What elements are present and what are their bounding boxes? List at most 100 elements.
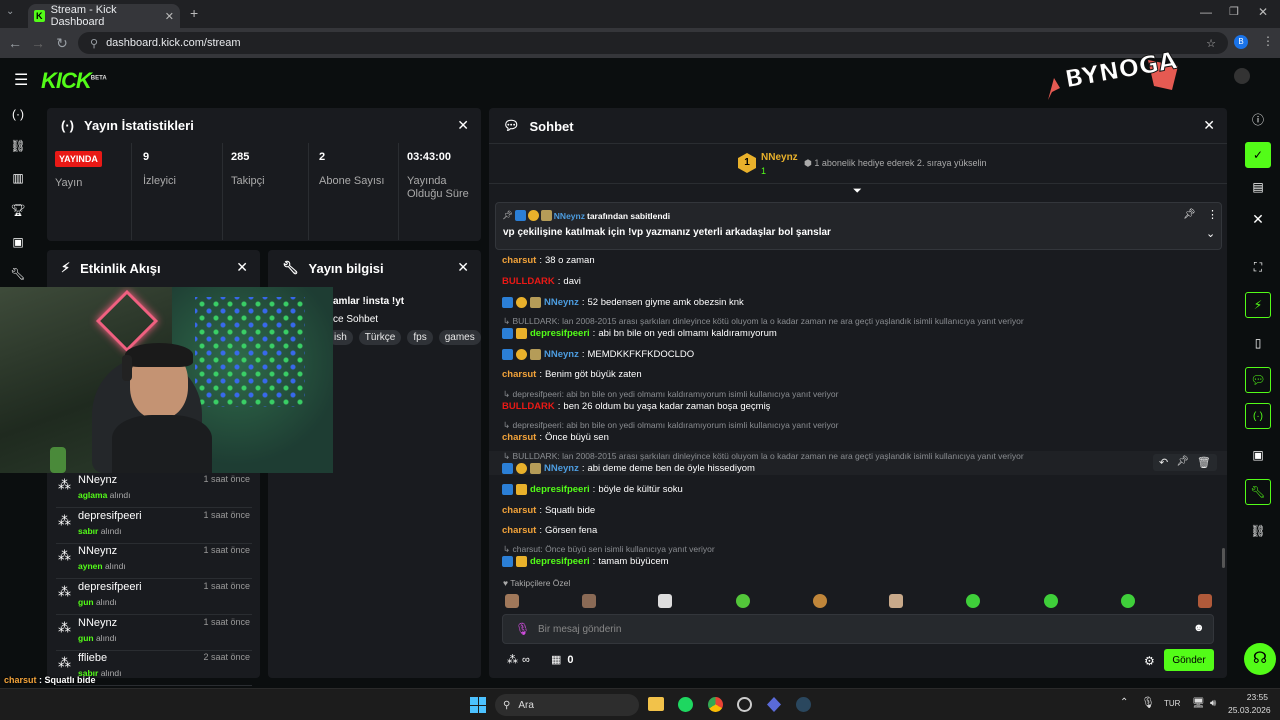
emote-icon[interactable] — [889, 594, 903, 608]
user-avatar[interactable] — [1234, 68, 1250, 84]
pinned-by-user[interactable]: NNeynz — [554, 211, 585, 221]
start-icon[interactable] — [470, 697, 486, 713]
input-language[interactable]: TUR — [1164, 699, 1180, 708]
maximize-icon[interactable]: ❐ — [1229, 5, 1239, 18]
chat-username[interactable]: charsut — [502, 255, 536, 266]
emote-icon[interactable] — [582, 594, 596, 608]
chat-icon[interactable]: 💬︎ — [1245, 367, 1271, 393]
microphone-icon[interactable]: 🎙︎ — [515, 622, 530, 636]
activity-user[interactable]: NNeynz — [78, 545, 117, 557]
stats-close-icon[interactable]: ✕ — [457, 117, 469, 134]
chat-username[interactable]: charsut — [502, 525, 536, 536]
wrench-icon[interactable]: 🔧︎ — [8, 264, 28, 284]
broadcast-icon[interactable]: (·) — [8, 104, 28, 124]
chat-username[interactable]: charsut — [502, 432, 536, 443]
chat-username[interactable]: NNeynz — [544, 297, 579, 308]
window-close-icon[interactable]: ✕ — [1258, 5, 1268, 19]
bolt-icon[interactable]: ⚡︎ — [1245, 292, 1271, 318]
delete-icon[interactable]: 🗑︎ — [1197, 456, 1211, 469]
link-icon[interactable]: ⛓ — [8, 136, 28, 156]
info-icon[interactable]: ⓘ — [1245, 106, 1271, 132]
chat-username[interactable]: charsut — [502, 369, 536, 380]
top-gifter-name[interactable]: NNeynz — [761, 152, 798, 163]
chat-username[interactable]: depresifpeeri — [530, 556, 590, 567]
media-icon[interactable]: ▣ — [1245, 442, 1271, 468]
back-icon[interactable]: ← — [3, 31, 27, 55]
layout-icon[interactable]: ▤ — [1245, 174, 1271, 200]
new-tab-icon[interactable]: + — [190, 5, 198, 21]
media-icon[interactable]: ▣ — [8, 232, 28, 252]
activity-user[interactable]: NNeynz — [78, 474, 117, 486]
browser-menu-icon[interactable]: ⋮ — [1262, 34, 1274, 48]
reply-icon[interactable]: ↶ — [1159, 456, 1168, 469]
emote-icon[interactable] — [736, 594, 750, 608]
bookmark-star-icon[interactable]: ☆ — [1206, 37, 1216, 50]
profile-avatar[interactable]: B — [1234, 35, 1248, 49]
network-icon[interactable]: 🖥︎ — [1192, 698, 1205, 709]
tag[interactable]: Türkçe — [358, 330, 402, 345]
tab-close-icon[interactable]: ✕ — [165, 10, 174, 23]
pinned-menu-icon[interactable]: ⋮ — [1207, 208, 1218, 221]
forward-icon[interactable]: → — [26, 31, 50, 55]
store-points[interactable]: ▦ 0 — [551, 653, 574, 667]
volume-icon[interactable]: 🔊︎ — [1210, 698, 1216, 709]
emote-icon[interactable] — [813, 594, 827, 608]
pin-message-icon[interactable]: 📌︎ — [1176, 456, 1189, 469]
chat-close-icon[interactable]: ✕ — [1203, 117, 1215, 134]
chat-username[interactable]: charsut — [502, 505, 536, 516]
emote-icon[interactable] — [966, 594, 980, 608]
emoji-icon[interactable]: ☻ — [1193, 622, 1205, 634]
steam-icon[interactable] — [796, 697, 811, 712]
site-info-icon[interactable]: ⚲ — [90, 37, 98, 50]
browser-tab[interactable]: K Stream - Kick Dashboard ✕ — [28, 4, 180, 28]
chat-scrollbar[interactable] — [1222, 548, 1225, 568]
hamburger-menu-icon[interactable]: ☰ — [14, 70, 28, 90]
tray-mic-icon[interactable]: 🎙︎ — [1141, 696, 1155, 709]
notes-icon[interactable]: ▯ — [1245, 330, 1271, 356]
activity-close-icon[interactable]: ✕ — [236, 259, 248, 276]
chat-username[interactable]: depresifpeeri — [530, 328, 590, 339]
analytics-icon[interactable]: ▥ — [8, 168, 28, 188]
unpin-icon[interactable]: 📌︎ — [1183, 209, 1196, 220]
close-x-icon[interactable]: ✕ — [1245, 206, 1271, 232]
taskbar-search[interactable]: ⚲ Ara — [495, 694, 639, 716]
file-explorer-icon[interactable] — [648, 697, 664, 711]
app-diamond-icon[interactable] — [767, 697, 781, 712]
kick-logo[interactable]: KICKBETA — [41, 68, 107, 94]
chat-username[interactable]: BULLDARK — [502, 276, 555, 287]
wrench-icon[interactable]: 🔧︎ — [1245, 479, 1271, 505]
emote-icon[interactable] — [1121, 594, 1135, 608]
broadcast-icon[interactable]: (·) — [1245, 403, 1271, 429]
clock[interactable]: 23:55 25.03.2026 — [1228, 692, 1271, 715]
fullscreen-icon[interactable]: ⛶ — [1245, 254, 1271, 280]
trophy-icon[interactable]: 🏆︎ — [8, 200, 28, 220]
spotify-icon[interactable] — [678, 697, 693, 712]
emote-icon[interactable] — [658, 594, 672, 608]
emote-icon[interactable] — [1198, 594, 1212, 608]
obs-icon[interactable] — [737, 697, 752, 712]
activity-user[interactable]: depresifpeeri — [78, 581, 142, 593]
emote-icon[interactable] — [505, 594, 519, 608]
send-button[interactable]: Gönder — [1164, 649, 1214, 671]
pinned-expand-chevron-icon[interactable]: ⌄ — [1206, 227, 1215, 240]
chrome-icon[interactable] — [708, 697, 723, 712]
tag[interactable]: games — [438, 330, 481, 345]
chat-username[interactable]: NNeynz — [544, 463, 579, 474]
points-infinity[interactable]: ⁂ ∞ — [507, 653, 530, 667]
chat-input[interactable]: 🎙︎ Bir mesaj gönderin ☻ — [502, 614, 1214, 644]
chat-username[interactable]: BULLDARK — [502, 401, 555, 412]
chat-username[interactable]: depresifpeeri — [530, 484, 590, 495]
collapse-chevron-icon[interactable]: ⏷ — [853, 185, 862, 198]
stream-info-close-icon[interactable]: ✕ — [457, 259, 469, 276]
tray-chevron-icon[interactable]: ⌃ — [1120, 697, 1128, 708]
reload-icon[interactable]: ↻ — [50, 31, 74, 55]
activity-user[interactable]: NNeynz — [78, 617, 117, 629]
link-icon[interactable]: ⛓ — [1245, 518, 1271, 544]
emote-icon[interactable] — [1044, 594, 1058, 608]
activity-user[interactable]: ffliebe — [78, 652, 107, 664]
chat-username[interactable]: NNeynz — [544, 349, 579, 360]
tab-list-chevron-icon[interactable]: ⌄ — [6, 6, 14, 17]
check-icon[interactable]: ✓ — [1245, 142, 1271, 168]
tag[interactable]: fps — [407, 330, 433, 345]
support-headset-icon[interactable]: ☊ — [1244, 643, 1276, 675]
